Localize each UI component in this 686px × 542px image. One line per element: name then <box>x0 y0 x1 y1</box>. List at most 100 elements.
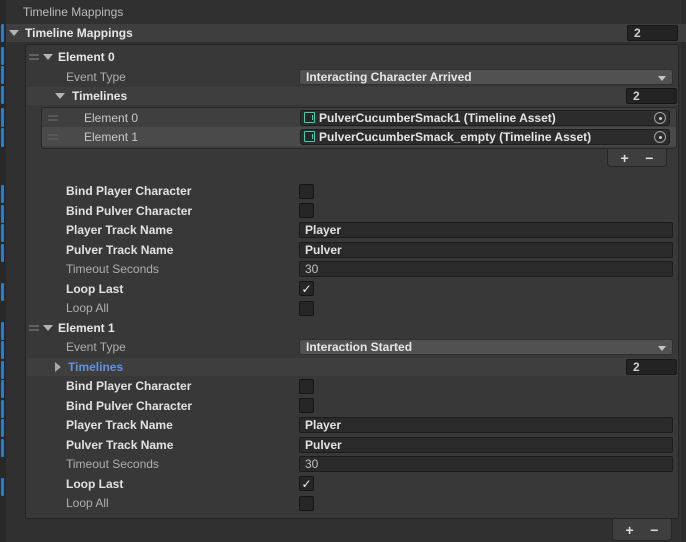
timeline-mappings-header[interactable]: Timeline Mappings 2 <box>6 24 686 42</box>
loop-last-checkbox[interactable]: ✓ <box>299 476 314 491</box>
override-indicator <box>1 24 4 42</box>
element0-header[interactable]: Element 0 <box>26 48 678 66</box>
player-track-label: Player Track Name <box>66 418 173 432</box>
override-indicator <box>1 439 4 457</box>
foldout-open-icon[interactable] <box>9 30 19 36</box>
loop-last-label: Loop Last <box>66 282 123 296</box>
element0-loop-all-row: Loop All ✓ <box>26 299 678 317</box>
player-track-input[interactable] <box>299 222 673 238</box>
event-type-value: Interacting Character Arrived <box>306 70 472 84</box>
player-track-input[interactable] <box>299 417 673 433</box>
loop-last-checkbox[interactable]: ✓ <box>299 281 314 296</box>
add-element-button[interactable]: + <box>622 523 638 537</box>
override-indicator <box>1 244 4 262</box>
timelines-list: Element 0 PulverCucumberSmack1 (Timeline… <box>41 107 677 149</box>
element1-event-type-row: Event Type Interaction Started <box>26 338 678 356</box>
object-picker-icon[interactable] <box>654 112 666 124</box>
timeline-asset-field[interactable]: PulverCucumberSmack_empty (Timeline Asse… <box>300 129 670 145</box>
override-indicator <box>1 86 4 104</box>
remove-element-button[interactable]: − <box>641 151 657 165</box>
element0-event-type-row: Event Type Interacting Character Arrived <box>26 68 678 86</box>
remove-element-button[interactable]: − <box>646 523 662 537</box>
bind-player-label: Bind Player Character <box>66 184 191 198</box>
drag-handle-icon[interactable] <box>29 325 39 331</box>
timelines-item0-label: Element 0 <box>84 111 138 125</box>
check-icon: ✓ <box>301 283 311 295</box>
override-indicator <box>1 47 4 65</box>
override-indicator <box>1 283 4 301</box>
foldout-open-icon[interactable] <box>55 93 65 99</box>
inspector-right-margin <box>681 0 686 542</box>
timelines-item1-label: Element 1 <box>84 130 138 144</box>
dropdown-arrow-icon <box>658 76 666 81</box>
element1-loop-all-row: Loop All ✓ <box>26 494 678 512</box>
override-indicator <box>1 361 4 379</box>
loop-all-label: Loop All <box>66 301 109 315</box>
override-indicator <box>1 205 4 223</box>
timeline-mappings-list: Element 0 Event Type Interacting Charact… <box>25 44 679 519</box>
element1-title: Element 1 <box>58 321 115 335</box>
loop-all-checkbox[interactable]: ✓ <box>299 301 314 316</box>
override-indicator <box>1 185 4 203</box>
unity-inspector-panel: Timeline Mappings Timeline Mappings 2 El… <box>0 0 686 542</box>
element0-timelines-header[interactable]: Timelines 2 <box>26 87 678 105</box>
timelines-item0-row[interactable]: Element 0 PulverCucumberSmack1 (Timeline… <box>42 108 676 127</box>
drag-handle-icon[interactable] <box>48 134 58 140</box>
drag-handle-icon[interactable] <box>29 54 39 60</box>
element1-timeout-row: Timeout Seconds <box>26 455 678 473</box>
override-indicator <box>1 400 4 418</box>
event-type-label: Event Type <box>66 340 126 354</box>
element1-timelines-header[interactable]: Timelines 2 <box>26 358 678 376</box>
check-icon: ✓ <box>301 478 311 490</box>
foldout-open-icon[interactable] <box>43 54 53 60</box>
bind-pulver-label: Bind Pulver Character <box>66 204 192 218</box>
override-indicator <box>1 66 4 84</box>
override-indicator <box>1 478 4 496</box>
element1-header[interactable]: Element 1 <box>26 319 678 337</box>
override-indicator <box>1 380 4 398</box>
timelines-item1-row[interactable]: Element 1 PulverCucumberSmack_empty (Tim… <box>42 127 676 146</box>
timelines-title-focused: Timelines <box>68 360 123 374</box>
element0-loop-last-row: Loop Last ✓ <box>26 280 678 298</box>
timeout-label: Timeout Seconds <box>66 457 159 471</box>
loop-all-checkbox[interactable]: ✓ <box>299 496 314 511</box>
timeout-input[interactable] <box>299 456 673 472</box>
element0-timeout-row: Timeout Seconds <box>26 260 678 278</box>
object-picker-icon[interactable] <box>654 131 666 143</box>
bind-pulver-checkbox[interactable]: ✓ <box>299 203 314 218</box>
event-type-dropdown[interactable]: Interacting Character Arrived <box>299 69 673 85</box>
timeline-mappings-footer: + − <box>612 519 672 541</box>
foldout-collapsed-icon[interactable] <box>55 362 61 372</box>
foldout-open-icon[interactable] <box>43 325 53 331</box>
event-type-value: Interaction Started <box>306 340 412 354</box>
array-size-field[interactable]: 2 <box>627 25 678 41</box>
timeline-mappings-title: Timeline Mappings <box>25 26 133 40</box>
element1-loop-last-row: Loop Last ✓ <box>26 475 678 493</box>
override-indicator <box>1 419 4 437</box>
element1-pulver-track-row: Pulver Track Name <box>26 436 678 454</box>
pulver-track-input[interactable] <box>299 242 673 258</box>
timelines-list-footer: + − <box>607 149 667 167</box>
bind-player-checkbox[interactable]: ✓ <box>299 184 314 199</box>
event-type-dropdown[interactable]: Interaction Started <box>299 339 673 355</box>
bind-pulver-checkbox[interactable]: ✓ <box>299 398 314 413</box>
add-element-button[interactable]: + <box>617 151 633 165</box>
timeline-asset-name: PulverCucumberSmack_empty (Timeline Asse… <box>319 130 591 144</box>
timeout-input[interactable] <box>299 261 673 277</box>
timelines-title: Timelines <box>72 89 127 103</box>
timeline-asset-field[interactable]: PulverCucumberSmack1 (Timeline Asset) <box>300 110 670 126</box>
timeline-asset-name: PulverCucumberSmack1 (Timeline Asset) <box>319 111 556 125</box>
timeline-asset-icon <box>304 112 315 123</box>
bind-player-label: Bind Player Character <box>66 379 191 393</box>
loop-last-label: Loop Last <box>66 477 123 491</box>
pulver-track-input[interactable] <box>299 437 673 453</box>
timeline-asset-icon <box>304 131 315 142</box>
bind-player-checkbox[interactable]: ✓ <box>299 379 314 394</box>
timelines-size-field[interactable]: 2 <box>626 359 677 375</box>
property-section-label: Timeline Mappings <box>23 5 123 19</box>
loop-all-label: Loop All <box>66 496 109 510</box>
drag-handle-icon[interactable] <box>48 115 58 121</box>
element0-bind-pulver-row: Bind Pulver Character ✓ <box>26 202 678 220</box>
timelines-size-field[interactable]: 2 <box>626 88 677 104</box>
timeout-label: Timeout Seconds <box>66 262 159 276</box>
